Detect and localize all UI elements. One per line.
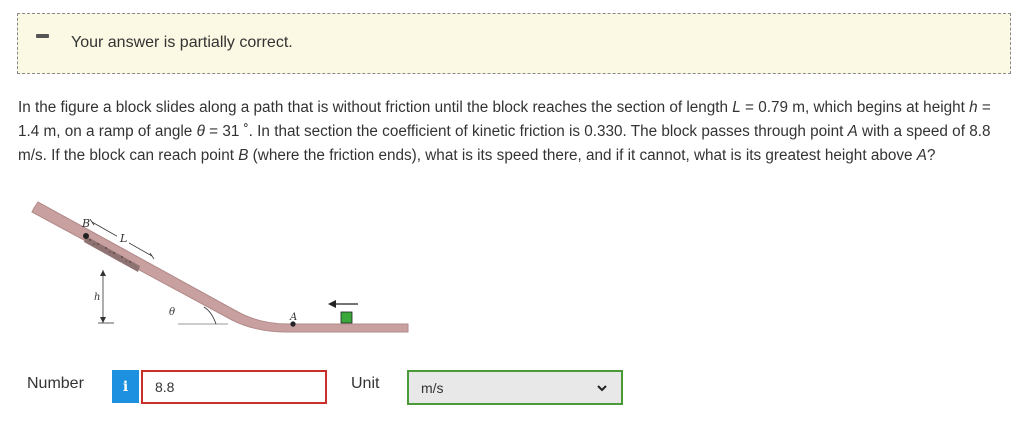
var-h: h [969,99,978,116]
h-arrow-up [100,270,106,276]
ramp-figure: B L h θ A [31,201,409,333]
var-A: A [847,123,858,140]
label-A: A [289,312,297,323]
partial-correct-icon [36,34,49,38]
var-B: B [238,147,249,164]
number-label: Number [27,375,84,392]
L-tick-right [149,252,155,260]
L-tick-left [89,218,95,226]
var-L: L [732,99,741,116]
label-theta: θ [169,307,175,318]
var-theta: θ [196,123,205,140]
problem-text: (where the friction ends), what is its s… [248,147,917,164]
label-B: B [81,217,90,230]
velocity-arrowhead [328,300,336,308]
block [340,311,353,324]
problem-text: In the figure a block slides along a pat… [18,99,733,116]
unit-select-value: m/s [421,379,444,396]
problem-text: ? [926,147,936,164]
info-icon[interactable]: i [112,370,139,403]
number-input[interactable] [141,370,327,404]
feedback-status-text: Your answer is partially correct. [71,34,293,51]
feedback-box: Your answer is partially correct. [17,13,1011,74]
problem-text: = 31 ˚. In that section the coefficient … [204,123,848,140]
h-arrow-down [100,317,106,323]
problem-statement: In the figure a block slides along a pat… [18,96,1008,168]
unit-select[interactable]: m/s [407,370,623,405]
label-h: h [94,292,100,303]
unit-label: Unit [351,375,380,392]
chevron-down-icon [597,385,607,392]
point-B [83,233,89,239]
problem-text: = 0.79 m, which begins at height [740,99,970,116]
var-A: A [916,147,927,164]
label-L: L [119,232,127,245]
